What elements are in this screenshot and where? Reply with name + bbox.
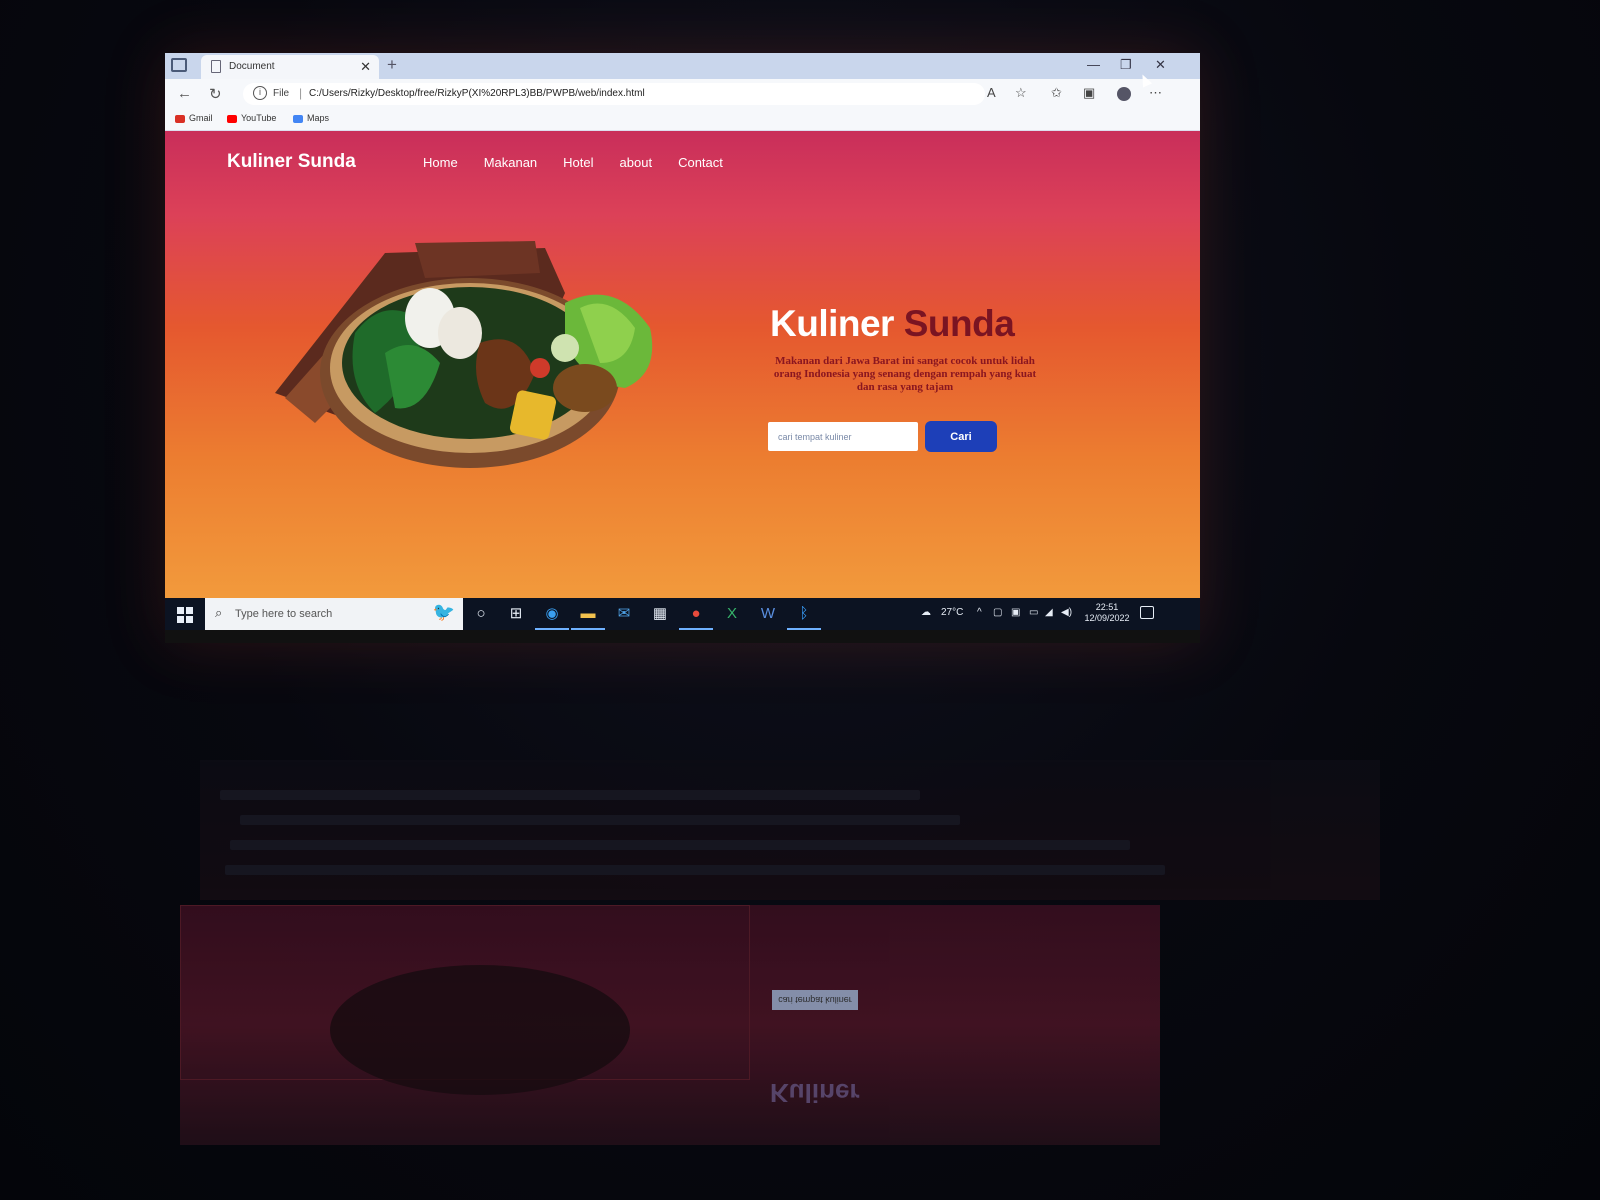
address-bar[interactable]: i File | C:/Users/Rizky/Desktop/free/Riz… bbox=[243, 83, 985, 105]
windows-start-icon[interactable] bbox=[177, 607, 193, 623]
hero-title: Kuliner Sunda bbox=[770, 303, 1015, 345]
edge-icon[interactable]: ◉ bbox=[535, 604, 569, 630]
taskbar-search-box[interactable]: ⌕ Type here to search 🐦 bbox=[205, 598, 463, 630]
battery-icon[interactable]: ▭ bbox=[1029, 607, 1038, 618]
gmail-icon bbox=[175, 114, 185, 123]
wifi-icon[interactable]: ◢ bbox=[1045, 607, 1053, 618]
reflected-title: Kuliner bbox=[770, 1078, 860, 1108]
excel-icon[interactable]: X bbox=[721, 604, 743, 624]
word-icon[interactable]: W bbox=[757, 604, 779, 624]
url-scheme-label: File bbox=[273, 88, 290, 99]
youtube-icon bbox=[227, 114, 237, 123]
clock-date: 12/09/2022 bbox=[1084, 613, 1130, 623]
maps-icon bbox=[293, 114, 303, 123]
bookmark-label: Maps bbox=[307, 113, 330, 123]
display-icon[interactable]: ▣ bbox=[1011, 607, 1020, 618]
more-menu-icon[interactable]: ⋯ bbox=[1149, 85, 1162, 101]
profile-avatar[interactable] bbox=[1117, 87, 1131, 101]
food-plate-image bbox=[275, 241, 653, 468]
refresh-icon[interactable]: ↻ bbox=[209, 85, 222, 103]
notification-icon[interactable] bbox=[1140, 606, 1154, 619]
close-window-button[interactable]: ✕ bbox=[1155, 57, 1166, 73]
reflected-food-image bbox=[330, 965, 630, 1095]
browser-tab-bar: Document ✕ + — ❐ ✕ bbox=[165, 53, 1200, 79]
info-icon[interactable]: i bbox=[253, 86, 267, 100]
bookmark-youtube[interactable]: YouTube bbox=[227, 113, 276, 123]
laptop-keyboard bbox=[200, 760, 1380, 900]
minimize-button[interactable]: — bbox=[1087, 57, 1100, 72]
cortana-icon[interactable]: ○ bbox=[470, 604, 492, 624]
browser-tab[interactable]: Document ✕ bbox=[201, 55, 379, 79]
add-favorite-icon[interactable]: ☆ bbox=[1015, 85, 1027, 101]
nav-about[interactable]: about bbox=[620, 155, 653, 170]
site-nav: Home Makanan Hotel about Contact bbox=[423, 155, 723, 170]
tab-close-button[interactable]: ✕ bbox=[360, 59, 371, 75]
bluetooth-icon[interactable]: ᛒ bbox=[787, 604, 821, 630]
taskbar-clock[interactable]: 22:51 12/09/2022 bbox=[1083, 602, 1131, 624]
key-row bbox=[220, 790, 920, 800]
url-text[interactable]: C:/Users/Rizky/Desktop/free/RizkyP(XI%20… bbox=[309, 88, 645, 99]
bookmark-gmail[interactable]: Gmail bbox=[175, 113, 213, 123]
reflected-search-input: cari tempat kuliner bbox=[772, 990, 858, 1010]
bookmark-maps[interactable]: Maps bbox=[293, 113, 329, 123]
nav-contact[interactable]: Contact bbox=[678, 155, 723, 170]
volume-icon[interactable]: ◀) bbox=[1061, 607, 1072, 618]
nav-hotel[interactable]: Hotel bbox=[563, 155, 593, 170]
search-input[interactable] bbox=[768, 422, 918, 451]
screen-reflection: cari tempat kuliner Kuliner bbox=[180, 905, 1160, 1145]
taskbar-search-placeholder: Type here to search bbox=[235, 608, 333, 620]
document-icon bbox=[211, 60, 221, 73]
key-row bbox=[225, 865, 1165, 875]
favorites-icon[interactable]: ✩ bbox=[1051, 85, 1062, 101]
key-row bbox=[230, 840, 1130, 850]
key-row bbox=[240, 815, 960, 825]
maximize-button[interactable]: ❐ bbox=[1120, 57, 1132, 73]
nav-makanan[interactable]: Makanan bbox=[484, 155, 537, 170]
store-icon[interactable]: ▦ bbox=[649, 604, 671, 624]
chrome-icon[interactable]: ● bbox=[679, 604, 713, 630]
kingfisher-icon: 🐦 bbox=[432, 602, 455, 622]
tab-title: Document bbox=[229, 61, 275, 72]
back-icon[interactable]: ← bbox=[177, 85, 192, 102]
collections-icon[interactable]: ▣ bbox=[1083, 85, 1095, 101]
nav-home[interactable]: Home bbox=[423, 155, 458, 170]
bookmark-label: Gmail bbox=[189, 113, 213, 123]
search-icon: ⌕ bbox=[215, 605, 223, 620]
site-brand[interactable]: Kuliner Sunda bbox=[227, 151, 356, 173]
read-aloud-icon[interactable]: A bbox=[987, 85, 996, 100]
bookmark-label: YouTube bbox=[241, 113, 277, 123]
hero-title-part2: Sunda bbox=[903, 303, 1015, 344]
weather-temp[interactable]: 27°C bbox=[941, 607, 963, 618]
weather-icon[interactable]: ☁ bbox=[921, 607, 931, 618]
hero-description: Makanan dari Jawa Barat ini sangat cocok… bbox=[773, 355, 1037, 393]
browser-toolbar: ← ↻ i File | C:/Users/Rizky/Desktop/free… bbox=[165, 79, 1200, 109]
search-button[interactable]: Cari bbox=[925, 421, 997, 452]
web-page: Kuliner Sunda Home Makanan Hotel about C… bbox=[165, 131, 1200, 598]
meet-now-icon[interactable]: ▢ bbox=[993, 607, 1002, 618]
new-tab-button[interactable]: + bbox=[387, 55, 397, 75]
url-separator: | bbox=[299, 86, 303, 100]
clock-time: 22:51 bbox=[1095, 602, 1119, 612]
workspaces-icon[interactable] bbox=[171, 58, 187, 72]
hero-title-part1: Kuliner bbox=[770, 303, 894, 344]
monitor-screen: Document ✕ + — ❐ ✕ ← ↻ i File | C:/Users… bbox=[165, 53, 1200, 643]
windows-taskbar: ⌕ Type here to search 🐦 ○ ⊞ ◉ ▬ ✉ ▦ ● X … bbox=[165, 598, 1200, 630]
bookmarks-bar: Gmail YouTube Maps bbox=[165, 109, 1200, 131]
file-explorer-icon[interactable]: ▬ bbox=[571, 604, 605, 630]
show-hidden-icons[interactable]: ^ bbox=[977, 607, 982, 618]
mail-icon[interactable]: ✉ bbox=[613, 604, 635, 624]
task-view-icon[interactable]: ⊞ bbox=[505, 604, 527, 624]
